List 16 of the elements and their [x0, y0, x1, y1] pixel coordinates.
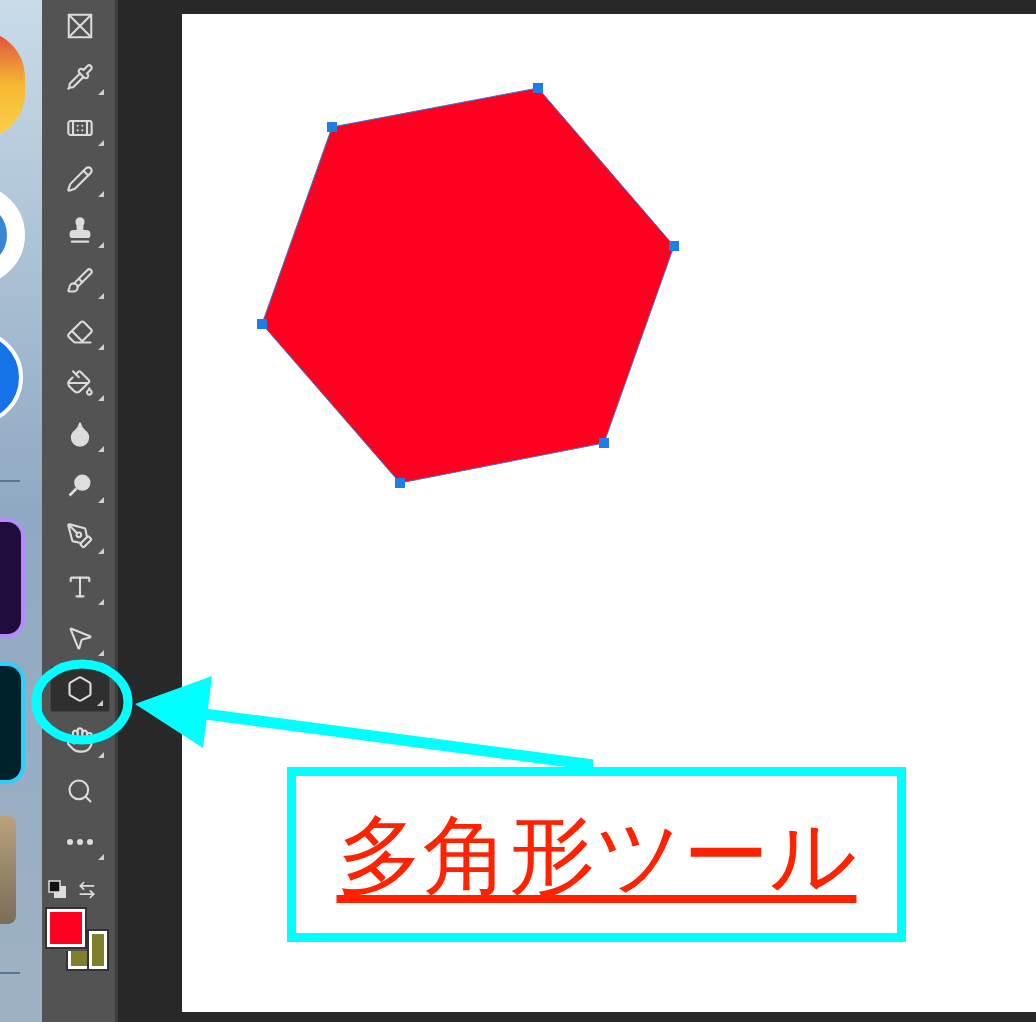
swap-colors-icon[interactable]	[77, 880, 97, 900]
brush-icon	[66, 266, 94, 295]
default-colors-icon[interactable]	[48, 880, 68, 900]
background-color-swatch-edge	[66, 951, 87, 971]
pen-icon	[66, 521, 94, 550]
paint-bucket-icon	[66, 368, 94, 397]
eyedropper-icon	[66, 62, 94, 91]
hand-icon	[66, 725, 94, 754]
more-icon	[67, 838, 93, 845]
foreground-color-swatch[interactable]	[47, 909, 85, 947]
annotation-label: 多角形ツール	[336, 811, 857, 898]
pencil-icon	[66, 164, 94, 193]
hexagon-icon	[66, 674, 94, 703]
eraser-icon	[66, 317, 94, 346]
background-color-swatch[interactable]	[87, 929, 109, 971]
zoom-icon	[66, 776, 94, 805]
